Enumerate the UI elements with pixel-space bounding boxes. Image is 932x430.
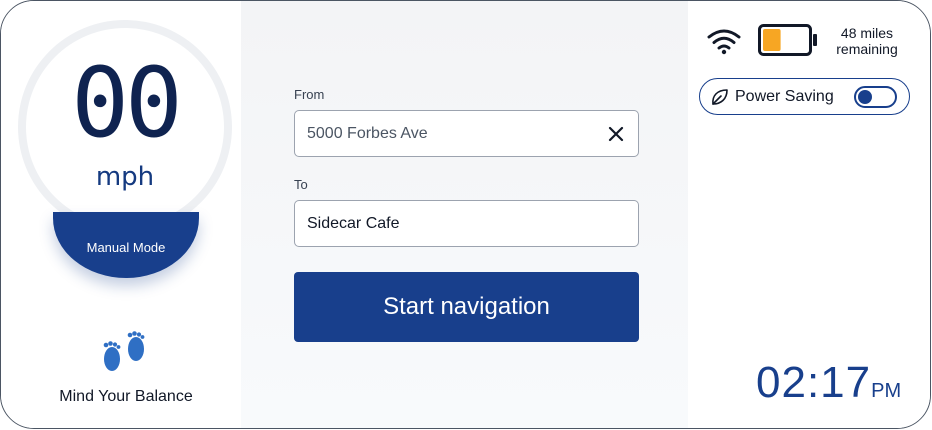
footprints-icon	[103, 331, 145, 371]
from-label: From	[294, 87, 325, 102]
leaf-icon	[712, 89, 728, 105]
dashboard-frame: 00 mph Manual Mode Mind Your Balance Fro…	[0, 0, 931, 429]
close-icon[interactable]	[606, 124, 626, 144]
speed-unit: mph	[95, 162, 155, 192]
battery-level-fill	[763, 29, 781, 51]
range-text: 48 miles remaining	[825, 25, 909, 57]
clock: 02:17PM	[756, 358, 901, 408]
battery-icon	[758, 24, 817, 56]
to-field[interactable]: Sidecar Cafe	[294, 200, 639, 247]
range-line-2: remaining	[836, 41, 898, 57]
clock-time: 02:17	[756, 358, 872, 407]
start-navigation-button[interactable]: Start navigation	[294, 272, 639, 342]
from-value: 5000 Forbes Ave	[307, 124, 428, 142]
navigation-panel: From 5000 Forbes Ave To Sidecar Cafe Sta…	[241, 1, 688, 428]
clock-ampm: PM	[871, 380, 902, 402]
to-value: Sidecar Cafe	[307, 214, 400, 232]
speed-readout: 00	[71, 47, 183, 159]
speed-panel: 00 mph Manual Mode Mind Your Balance	[1, 1, 241, 428]
wifi-icon	[707, 29, 741, 55]
toggle-knob	[858, 90, 872, 104]
range-line-1: 48 miles	[840, 25, 894, 41]
to-label: To	[294, 177, 308, 192]
power-saving-label: Power Saving	[735, 88, 834, 105]
balance-label: Mind Your Balance	[59, 388, 193, 405]
mode-label: Manual Mode	[86, 240, 166, 255]
power-saving-toggle[interactable]	[854, 86, 897, 108]
from-field[interactable]: 5000 Forbes Ave	[294, 110, 639, 157]
power-saving-control[interactable]: Power Saving	[699, 78, 910, 115]
status-panel: 48 miles remaining Power Saving 02:17PM	[688, 1, 930, 428]
